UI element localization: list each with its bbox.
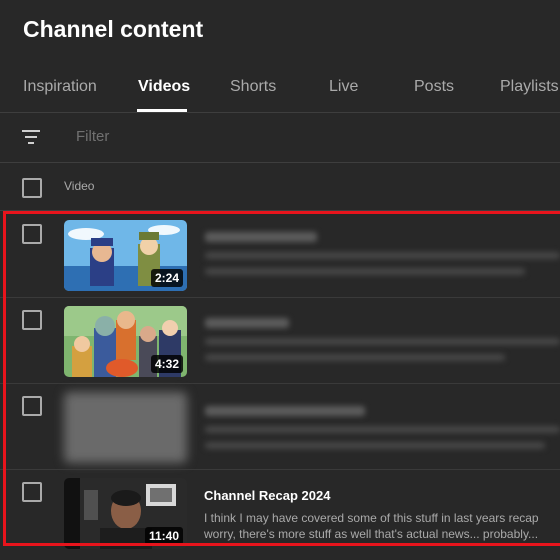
- tab-live[interactable]: Live: [329, 78, 358, 96]
- blurred-title: [205, 232, 317, 242]
- blurred-description: [205, 426, 560, 433]
- video-duration: 11:40: [144, 527, 183, 545]
- table-row: 2:24: [0, 212, 560, 298]
- video-title[interactable]: Channel Recap 2024: [204, 488, 330, 503]
- video-duration: 4:32: [150, 355, 183, 373]
- tabs-divider: [0, 112, 560, 113]
- blurred-description: [205, 268, 525, 275]
- row-checkbox[interactable]: [22, 310, 42, 330]
- row-checkbox[interactable]: [22, 482, 42, 502]
- blurred-description: [205, 442, 545, 449]
- video-thumbnail[interactable]: 4:32: [64, 306, 187, 377]
- content-tabs: Inspiration Videos Shorts Live Posts Pla…: [0, 62, 560, 112]
- select-all-checkbox[interactable]: [22, 178, 42, 198]
- blurred-description: [205, 338, 560, 345]
- column-header-video: Video: [64, 179, 95, 193]
- page-title: Channel content: [23, 16, 204, 42]
- blurred-description: [205, 354, 505, 361]
- tab-inspiration[interactable]: Inspiration: [23, 78, 97, 96]
- tab-shorts[interactable]: Shorts: [230, 78, 276, 96]
- table-row: [0, 384, 560, 470]
- blurred-description: [205, 252, 560, 259]
- video-thumbnail[interactable]: [64, 392, 187, 463]
- header-divider: [0, 210, 560, 211]
- filter-divider: [0, 162, 560, 163]
- video-description: worry, there's more stuff as well that's…: [204, 527, 539, 541]
- video-thumbnail[interactable]: 2:24: [64, 220, 187, 291]
- table-row: 4:32: [0, 298, 560, 384]
- tab-videos[interactable]: Videos: [138, 78, 190, 96]
- blurred-title: [205, 406, 365, 416]
- video-duration: 2:24: [150, 269, 183, 287]
- row-checkbox[interactable]: [22, 224, 42, 244]
- video-description: I think I may have covered some of this …: [204, 511, 539, 525]
- tab-posts[interactable]: Posts: [414, 78, 454, 96]
- channel-content-page: Channel content Inspiration Videos Short…: [0, 0, 560, 560]
- filter-input[interactable]: Filter: [76, 128, 109, 145]
- filter-icon[interactable]: [21, 128, 41, 146]
- row-checkbox[interactable]: [22, 396, 42, 416]
- blurred-title: [205, 318, 289, 328]
- tab-playlists[interactable]: Playlists: [500, 78, 559, 96]
- video-thumbnail[interactable]: 11:40: [64, 478, 187, 549]
